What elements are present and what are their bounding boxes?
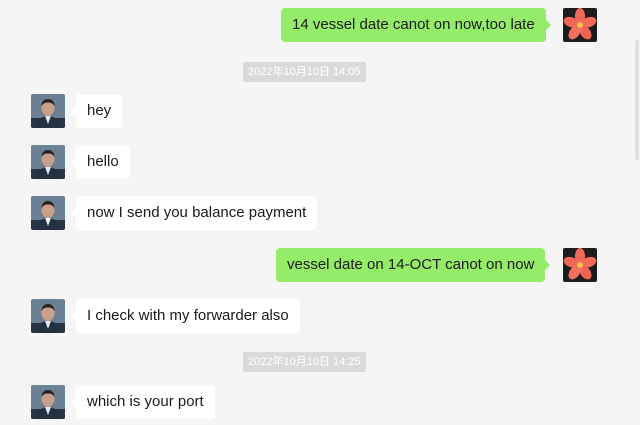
flower-avatar[interactable] — [563, 248, 597, 282]
flower-avatar[interactable] — [563, 8, 597, 42]
flower-avatar-icon — [563, 248, 597, 282]
scrollbar[interactable] — [634, 0, 640, 425]
contact-avatar-icon — [31, 145, 65, 179]
contact-avatar[interactable] — [31, 196, 65, 230]
contact-avatar[interactable] — [31, 299, 65, 333]
message-bubble-incoming[interactable]: hey — [70, 94, 123, 128]
flower-avatar-icon — [563, 8, 597, 42]
contact-avatar-icon — [31, 299, 65, 333]
scrollbar-thumb[interactable] — [635, 40, 639, 160]
contact-avatar[interactable] — [31, 94, 65, 128]
contact-avatar[interactable] — [31, 385, 65, 419]
timestamp-label: 2022年10月10日 14:05 — [243, 62, 366, 82]
contact-avatar-icon — [31, 94, 65, 128]
timestamp-label: 2022年10月10日 14:25 — [243, 352, 366, 372]
message-bubble-incoming[interactable]: I check with my forwarder also — [71, 299, 300, 333]
message-bubble-outgoing[interactable]: 14 vessel date canot on now,too late — [281, 8, 551, 42]
message-bubble-incoming[interactable]: hello — [71, 145, 130, 179]
contact-avatar-icon — [31, 196, 65, 230]
message-bubble-incoming[interactable]: now I send you balance payment — [70, 196, 318, 230]
chat-message-area: 14 vessel date canot on now,too late 202… — [0, 0, 640, 425]
contact-avatar[interactable] — [31, 145, 65, 179]
message-bubble-incoming[interactable]: which is your port — [71, 385, 215, 419]
message-bubble-outgoing[interactable]: vessel date on 14-OCT canot on now — [276, 248, 551, 282]
contact-avatar-icon — [31, 385, 65, 419]
